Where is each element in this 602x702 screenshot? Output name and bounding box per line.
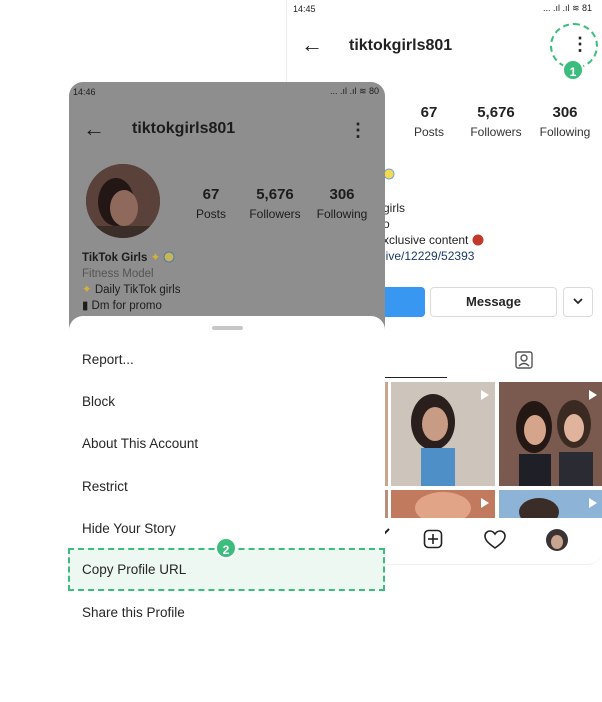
status-time: 14:45 (293, 4, 316, 14)
bio-line: Daily TikTok girls (94, 284, 181, 296)
grid-photo[interactable] (499, 490, 602, 518)
profile-name: TikTok Girls (82, 252, 148, 264)
status-icons: ... .ıl .ıl ≋ 80 (329, 86, 379, 96)
phone-icon: ▮ (82, 300, 89, 312)
menu-item-share-profile[interactable]: Share this Profile (82, 605, 185, 620)
suggested-chevron-button[interactable] (563, 287, 593, 317)
heart-icon[interactable] (484, 530, 506, 555)
bio-line-text: xclusive content (383, 233, 469, 247)
back-arrow-icon[interactable]: ← (301, 32, 323, 58)
stat-label: Posts (413, 125, 444, 139)
menu-item-copy-profile-url[interactable]: Copy Profile URL (82, 562, 186, 577)
profile-avatar-tab[interactable] (546, 529, 568, 551)
stat-followers[interactable]: 5,676 Followers (461, 104, 531, 139)
bio-line: o (383, 217, 390, 231)
stat-label: Followers (249, 207, 301, 221)
menu-item-restrict[interactable]: Restrict (82, 479, 128, 494)
grid-photo[interactable] (391, 382, 495, 486)
more-options-icon[interactable]: ⋮ (571, 35, 589, 53)
step-badge-2: 2 (215, 537, 237, 559)
more-options-icon[interactable]: ⋮ (349, 120, 367, 141)
stat-value: 67 (202, 186, 220, 203)
stat-value: 5,676 (256, 186, 294, 203)
profile-bio: TikTok Girls ✦ Fitness Model ✦ Daily Tik… (82, 250, 180, 314)
bottom-nav-bar (378, 521, 602, 559)
sparkle-icon: ✦ (150, 252, 161, 264)
stat-following[interactable]: 306 Following (535, 104, 595, 139)
stat-value: 306 (329, 186, 355, 203)
grid-tab-indicator (383, 377, 447, 378)
photo-grid (383, 382, 602, 518)
stat-label: Followers (470, 125, 522, 139)
stat-value: 67 (420, 104, 438, 121)
profile-username: tiktokgirls801 (349, 37, 453, 54)
menu-item-report[interactable]: Report... (82, 352, 134, 367)
stat-followers[interactable]: 5,676 Followers (245, 186, 305, 221)
back-arrow-icon[interactable]: ← (83, 116, 105, 142)
stat-posts[interactable]: 67 Posts (401, 104, 457, 139)
tagged-tab-icon[interactable] (514, 350, 534, 375)
stat-label: Posts (195, 207, 226, 221)
stat-posts[interactable]: 67 Posts (191, 186, 231, 221)
bio-line: xclusive content (383, 232, 484, 248)
emoji-icon (163, 251, 175, 263)
follow-button[interactable] (383, 287, 425, 317)
menu-item-hide-story[interactable]: Hide Your Story (82, 521, 176, 536)
bio-line: Dm for promo (91, 300, 162, 312)
profile-category: Fitness Model (82, 268, 154, 280)
sparkle-icon: ✦ (82, 284, 92, 296)
bio-line: girls (383, 201, 406, 215)
sheet-drag-handle[interactable] (212, 326, 243, 330)
grid-photo[interactable] (391, 490, 495, 518)
profile-username: tiktokgirls801 (132, 120, 236, 137)
chevron-down-icon (573, 298, 583, 305)
menu-item-about-account[interactable]: About This Account (82, 436, 198, 451)
avatar[interactable] (86, 164, 160, 238)
bio-link[interactable]: live/12229/52393 (383, 248, 484, 264)
step-badge-1: 1 (562, 59, 584, 81)
stat-label: Following (539, 125, 591, 139)
emoji-icon (383, 168, 484, 180)
adult-icon (472, 234, 484, 246)
status-icons: ... .ıl .ıl ≋ 81 (542, 3, 592, 13)
stat-label: Following (316, 207, 368, 221)
front-phone-screen: 14:46 ... .ıl .ıl ≋ 80 ← tiktokgirls801 … (69, 82, 385, 602)
new-post-icon[interactable] (423, 529, 443, 554)
stat-following[interactable]: 306 Following (312, 186, 372, 221)
stat-value: 5,676 (477, 104, 515, 121)
grid-photo[interactable] (499, 382, 602, 486)
stat-value: 306 (552, 104, 578, 121)
message-button[interactable]: Message (430, 287, 557, 317)
menu-item-block[interactable]: Block (82, 394, 115, 409)
profile-bio: girls o xclusive content live/12229/5239… (383, 168, 484, 264)
status-time: 14:46 (73, 87, 96, 97)
